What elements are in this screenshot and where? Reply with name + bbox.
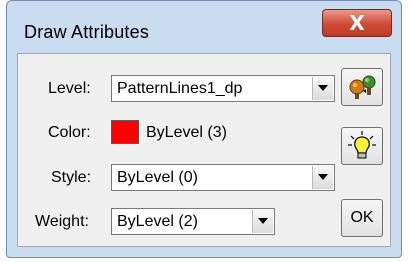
dialog-title: Draw Attributes	[24, 22, 150, 42]
title-bar: Draw Attributes X	[7, 1, 401, 45]
level-dropdown[interactable]: PatternLines1_dp	[111, 75, 335, 102]
dialog-body: Level: PatternLines1_dp Color: ByLevel (…	[17, 53, 391, 247]
close-button[interactable]: X	[322, 9, 392, 37]
lightbulb-icon	[348, 131, 376, 159]
chevron-down-icon[interactable]	[312, 77, 333, 100]
level-label: Level:	[48, 80, 91, 97]
weight-value: ByLevel (2)	[117, 213, 198, 230]
highlight-button[interactable]	[341, 127, 383, 165]
style-value: ByLevel (0)	[117, 169, 198, 186]
match-attributes-button[interactable]	[341, 68, 383, 106]
chevron-down-icon[interactable]	[252, 210, 273, 233]
paint-tree-icon	[349, 75, 376, 99]
style-label: Style:	[51, 169, 92, 186]
draw-attributes-dialog: Draw Attributes X Level: PatternLines1_d…	[6, 0, 402, 258]
chevron-down-icon[interactable]	[312, 166, 333, 189]
style-dropdown[interactable]: ByLevel (0)	[111, 164, 335, 191]
weight-label: Weight:	[35, 213, 89, 230]
ok-button[interactable]: OK	[341, 199, 383, 237]
color-label: Color:	[48, 124, 91, 141]
level-value: PatternLines1_dp	[117, 80, 243, 97]
color-value: ByLevel (3)	[146, 124, 227, 141]
weight-dropdown[interactable]: ByLevel (2)	[111, 208, 275, 235]
color-swatch[interactable]	[111, 120, 139, 144]
